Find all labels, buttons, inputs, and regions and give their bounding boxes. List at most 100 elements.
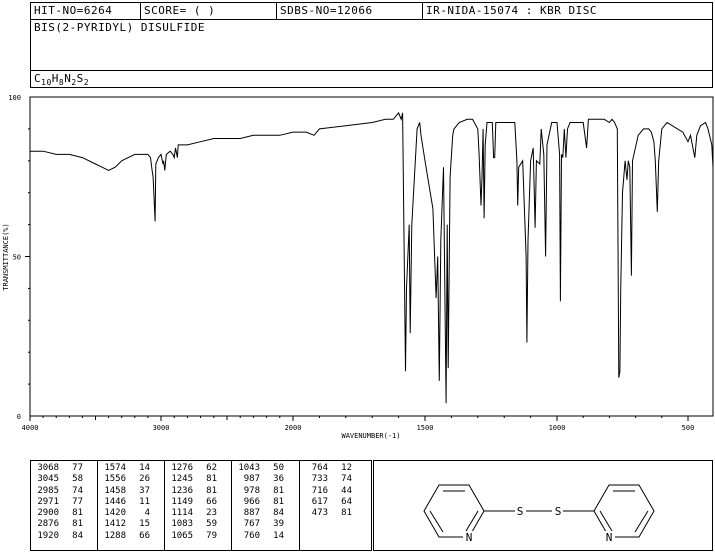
peak-row: 987 36 bbox=[232, 474, 299, 485]
peak-row: 1276 62 bbox=[165, 463, 231, 474]
peak-wavenumber: 1043 bbox=[238, 463, 260, 473]
peak-row: 764 12 bbox=[300, 463, 371, 474]
right-pyridine-ring bbox=[593, 484, 655, 538]
peak-transmittance: 74 bbox=[341, 474, 352, 485]
peak-wavenumber: 1114 bbox=[171, 508, 193, 519]
peak-transmittance: 79 bbox=[206, 530, 217, 541]
peak-wavenumber: 978 bbox=[243, 485, 260, 496]
peak-wavenumber: 1245 bbox=[171, 474, 193, 485]
peak-wavenumber: 716 bbox=[311, 485, 328, 496]
peak-wavenumber: 767 bbox=[243, 519, 260, 530]
peak-transmittance: 81 bbox=[273, 485, 284, 496]
peak-row: 2971 77 bbox=[31, 497, 97, 508]
peak-transmittance: 39 bbox=[273, 519, 284, 530]
peak-wavenumber: 473 bbox=[311, 508, 328, 519]
peak-row: 767 39 bbox=[232, 519, 299, 530]
peak-row: 473 81 bbox=[300, 508, 371, 519]
peak-row: 1446 11 bbox=[98, 497, 164, 508]
x-tick-label: 4000 bbox=[22, 424, 39, 432]
peak-transmittance: 81 bbox=[206, 485, 217, 496]
peak-wavenumber: 2971 bbox=[37, 496, 59, 507]
peak-transmittance: 84 bbox=[273, 508, 284, 519]
peak-row: 1556 26 bbox=[98, 474, 164, 485]
peak-transmittance: 59 bbox=[206, 519, 217, 530]
x-tick-label: 1000 bbox=[549, 424, 566, 432]
peak-wavenumber: 1236 bbox=[171, 485, 193, 496]
peak-row: 1574 14 bbox=[98, 463, 164, 474]
peak-wavenumber: 2876 bbox=[37, 519, 59, 530]
peak-row: 1288 66 bbox=[98, 531, 164, 542]
atom-s-left: S bbox=[517, 505, 524, 518]
peak-transmittance: 81 bbox=[206, 474, 217, 485]
atom-s-right: S bbox=[555, 505, 562, 518]
peak-row: 1083 59 bbox=[165, 519, 231, 530]
atom-n-right: N bbox=[606, 531, 613, 544]
peak-row: 2876 81 bbox=[31, 519, 97, 530]
peak-wavenumber: 764 bbox=[311, 463, 328, 473]
peak-transmittance: 77 bbox=[72, 463, 83, 473]
peak-wavenumber: 1083 bbox=[171, 519, 193, 530]
peak-wavenumber: 1420 bbox=[104, 508, 126, 519]
ir-spectrum-chart: 4000 3000 2000 1500 1000 500 0 50 100 WAVENUMBER… bbox=[2, 94, 714, 440]
peak-column: 1574 14 1556 26 1458 37 1446 11 1420 4 1412 15 1288 6… bbox=[98, 461, 165, 550]
peak-wavenumber: 1065 bbox=[171, 530, 193, 541]
peak-column: 1276 62 1245 81 1236 81 1149 66 1114 23 1083 59 1065… bbox=[165, 461, 232, 550]
peak-wavenumber: 617 bbox=[311, 496, 328, 507]
x-tick-label: 1500 bbox=[417, 424, 434, 432]
peak-transmittance: 84 bbox=[72, 530, 83, 541]
peak-transmittance: 50 bbox=[273, 463, 284, 473]
y-tick-label: 0 bbox=[17, 413, 21, 421]
peak-table: 3068 77 3045 58 2985 74 2971 77 2900 81 2876 81 1920… bbox=[30, 460, 372, 551]
peak-row: 887 84 bbox=[232, 508, 299, 519]
peak-transmittance: 58 bbox=[72, 474, 83, 485]
peak-wavenumber: 2985 bbox=[37, 485, 59, 496]
peak-transmittance: 15 bbox=[139, 519, 150, 530]
transmittance-trace bbox=[30, 111, 714, 404]
peak-row: 2900 81 bbox=[31, 508, 97, 519]
peak-transmittance: 66 bbox=[139, 530, 150, 541]
peak-transmittance: 26 bbox=[139, 474, 150, 485]
peak-wavenumber: 3045 bbox=[37, 474, 59, 485]
peak-transmittance: 81 bbox=[341, 508, 352, 519]
peak-transmittance: 36 bbox=[273, 474, 284, 485]
peak-transmittance: 66 bbox=[206, 496, 217, 507]
peak-transmittance: 37 bbox=[139, 485, 150, 496]
peak-wavenumber: 1412 bbox=[104, 519, 126, 530]
peak-wavenumber: 1288 bbox=[104, 530, 126, 541]
peak-wavenumber: 1556 bbox=[104, 474, 126, 485]
x-tick-label: 500 bbox=[682, 424, 695, 432]
peak-row: 760 14 bbox=[232, 531, 299, 542]
peak-wavenumber: 966 bbox=[243, 496, 260, 507]
peak-transmittance: 64 bbox=[341, 496, 352, 507]
x-tick-label: 3000 bbox=[153, 424, 170, 432]
peak-transmittance: 23 bbox=[206, 508, 217, 519]
peak-column: 3068 77 3045 58 2985 74 2971 77 2900 81 2876 81 1920… bbox=[31, 461, 98, 550]
peak-transmittance: 81 bbox=[72, 508, 83, 519]
peak-wavenumber: 1446 bbox=[104, 496, 126, 507]
peak-transmittance: 81 bbox=[273, 496, 284, 507]
atom-n-left: N bbox=[466, 531, 473, 544]
peak-row: 1149 66 bbox=[165, 497, 231, 508]
peak-transmittance: 74 bbox=[72, 485, 83, 496]
peak-row: 1458 37 bbox=[98, 486, 164, 497]
peak-wavenumber: 1276 bbox=[171, 463, 193, 473]
chemical-structure: N N S S bbox=[373, 460, 713, 551]
peak-row: 716 44 bbox=[300, 486, 371, 497]
y-axis-label: TRANSMITTANCE(%) bbox=[2, 223, 10, 290]
peak-wavenumber: 1920 bbox=[37, 530, 59, 541]
peak-row: 1043 50 bbox=[232, 463, 299, 474]
peak-row: 1920 84 bbox=[31, 531, 97, 542]
peak-row: 1065 79 bbox=[165, 531, 231, 542]
peak-wavenumber: 887 bbox=[243, 508, 260, 519]
y-tick-label: 100 bbox=[8, 94, 21, 102]
left-pyridine-ring bbox=[423, 484, 485, 538]
peak-wavenumber: 760 bbox=[243, 530, 260, 541]
peak-row: 1420 4 bbox=[98, 508, 164, 519]
peak-transmittance: 11 bbox=[139, 496, 150, 507]
peak-row: 966 81 bbox=[232, 497, 299, 508]
peak-transmittance: 14 bbox=[273, 530, 284, 541]
peak-wavenumber: 1149 bbox=[171, 496, 193, 507]
peak-transmittance: 44 bbox=[341, 485, 352, 496]
peak-wavenumber: 733 bbox=[311, 474, 328, 485]
peak-transmittance: 14 bbox=[139, 463, 150, 473]
